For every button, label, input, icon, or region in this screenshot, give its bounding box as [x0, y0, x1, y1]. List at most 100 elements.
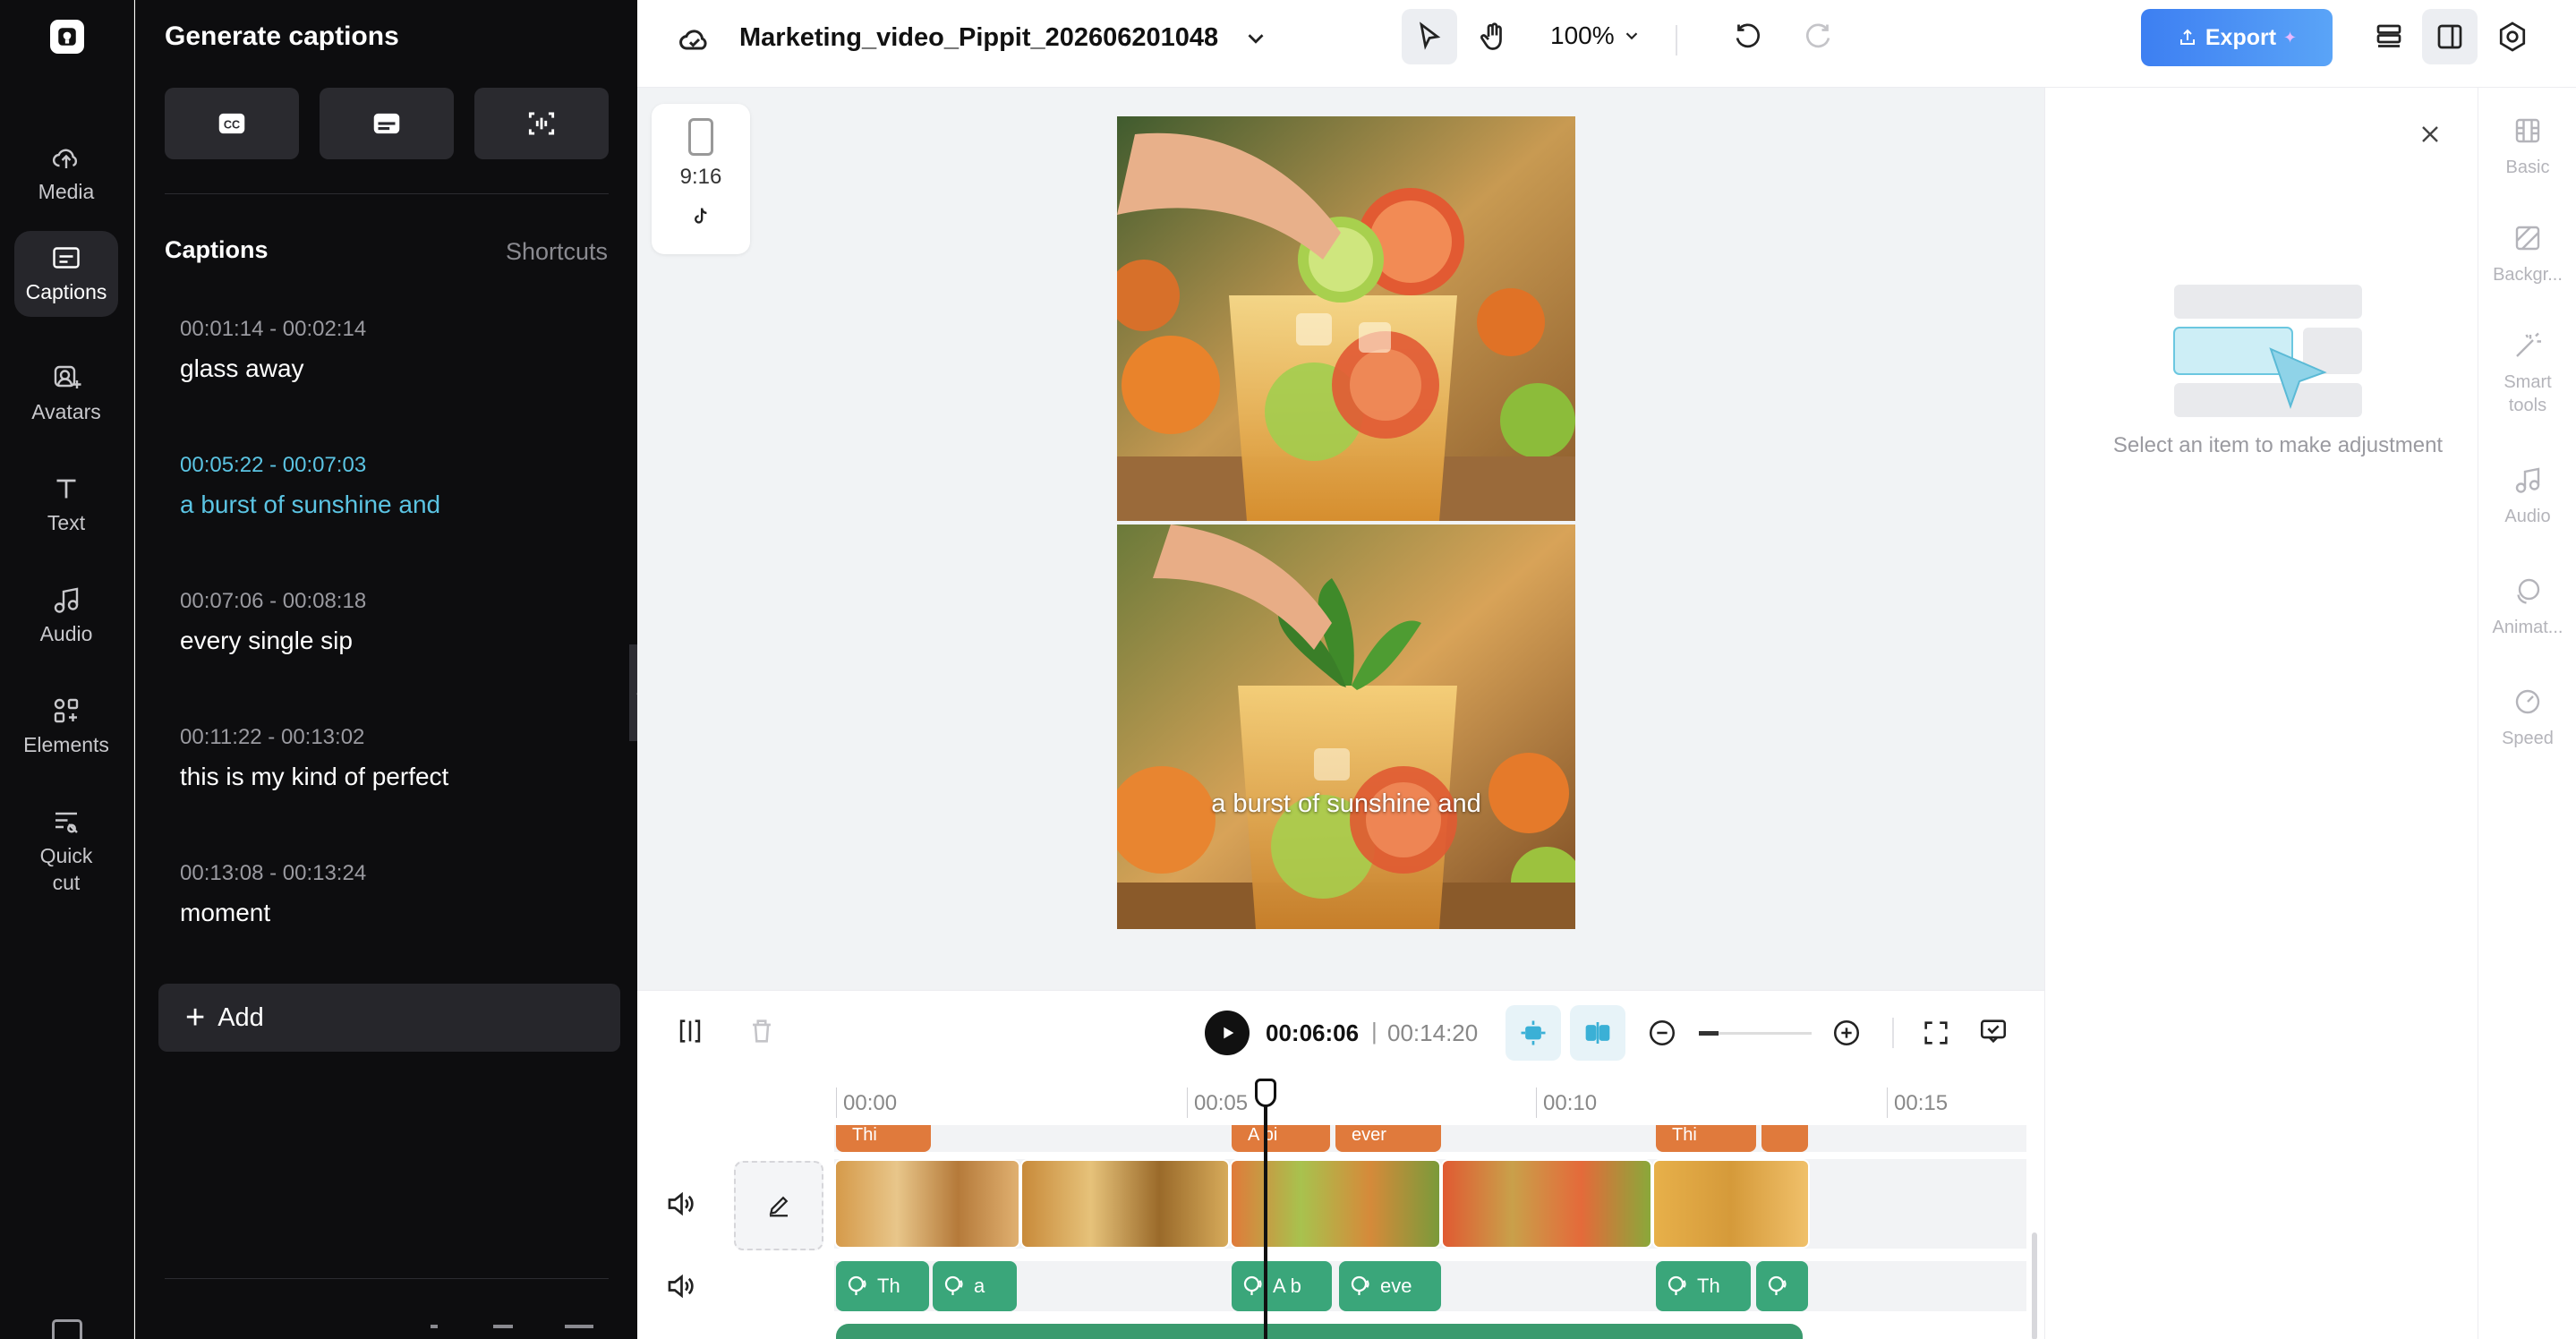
prop-basic[interactable]: Basic: [2478, 115, 2576, 179]
caption-item[interactable]: 00:11:22 - 00:13:02 this is my kind of p…: [180, 725, 601, 791]
export-label: Export: [2205, 24, 2277, 50]
voiceover-clip[interactable]: Th: [1656, 1261, 1751, 1311]
audio-caption-icon: [528, 112, 555, 135]
footer-menu-icon[interactable]: [565, 1325, 593, 1328]
playhead[interactable]: [1264, 1079, 1267, 1339]
project-title[interactable]: Marketing_video_Pippit_202606201048: [739, 23, 1218, 53]
layers-button[interactable]: [2361, 9, 2417, 64]
prop-audio[interactable]: Audio: [2478, 464, 2576, 528]
prop-smart-tools[interactable]: Smart tools: [2478, 329, 2576, 417]
video-clip[interactable]: [1230, 1159, 1441, 1249]
generate-subtitle-button[interactable]: [320, 88, 454, 159]
voiceover-clip-label: A b: [1273, 1275, 1301, 1297]
settings-button[interactable]: [2485, 9, 2540, 64]
hand-tool-button[interactable]: [1466, 9, 1522, 64]
cc-icon: CC: [218, 113, 245, 134]
video-clip[interactable]: [1441, 1159, 1652, 1249]
select-tool-button[interactable]: [1402, 9, 1457, 64]
generate-cc-button[interactable]: CC: [165, 88, 299, 159]
caption-item[interactable]: 00:13:08 - 00:13:24 moment: [180, 861, 601, 927]
track-volume-icon[interactable]: [664, 1188, 696, 1220]
background-music-clip[interactable]: [836, 1324, 1803, 1339]
footer-icon[interactable]: [431, 1325, 438, 1328]
video-preview[interactable]: a burst of sunshine and: [1117, 116, 1575, 929]
voiceover-clip[interactable]: A b: [1232, 1261, 1332, 1311]
avatar-icon: [54, 365, 81, 388]
caption-clip[interactable]: [1761, 1125, 1808, 1152]
fullscreen-button[interactable]: [1921, 1018, 1951, 1048]
playhead-handle[interactable]: [1255, 1079, 1276, 1107]
caption-text[interactable]: glass away: [180, 354, 601, 383]
cover-edit-button[interactable]: [734, 1161, 823, 1250]
voiceover-clip[interactable]: eve: [1339, 1261, 1441, 1311]
current-time: 00:06:06: [1266, 1019, 1360, 1046]
add-caption-button[interactable]: + Add: [158, 984, 620, 1052]
add-caption-label: Add: [218, 1002, 264, 1032]
nav-label-avatars: Avatars: [31, 400, 101, 423]
speed-icon: [2515, 689, 2540, 714]
delete-button[interactable]: [746, 1016, 777, 1046]
zoom-dropdown[interactable]: 100%: [1550, 21, 1642, 50]
voiceover-clip[interactable]: Th: [836, 1261, 929, 1311]
play-button[interactable]: [1205, 1011, 1250, 1055]
timeline-zoom-slider[interactable]: [1699, 1031, 1812, 1036]
keyboard-icon[interactable]: [52, 1319, 82, 1339]
nav-item-avatars[interactable]: Avatars: [14, 351, 118, 437]
text-icon: [56, 479, 76, 499]
app-logo[interactable]: [50, 20, 84, 54]
aspect-ratio-card[interactable]: 9:16: [652, 104, 750, 254]
caption-clip[interactable]: Thi: [1656, 1125, 1756, 1152]
caption-time: 00:05:22 - 00:07:03: [180, 453, 367, 477]
caption-item-active[interactable]: 00:05:22 - 00:07:03 a burst of sunshine …: [180, 453, 601, 519]
caption-clip[interactable]: A bi: [1232, 1125, 1330, 1152]
prop-animation[interactable]: Animat...: [2478, 575, 2576, 639]
caption-text[interactable]: this is my kind of perfect: [180, 763, 601, 791]
tiktok-icon[interactable]: [688, 204, 713, 229]
video-subtitle[interactable]: a burst of sunshine and: [1117, 789, 1575, 819]
video-clip[interactable]: [834, 1159, 1020, 1249]
link-clips-button[interactable]: [1570, 1005, 1625, 1061]
prop-background[interactable]: Backgr...: [2478, 222, 2576, 286]
timeline-scrollbar[interactable]: [2032, 1232, 2037, 1339]
nav-item-text[interactable]: Text: [14, 462, 118, 548]
ruler-label: 00:05: [1194, 1091, 1249, 1115]
chevron-down-icon[interactable]: [1242, 25, 1269, 52]
voiceover-clip[interactable]: a: [933, 1261, 1017, 1311]
zoom-in-button[interactable]: [1831, 1018, 1862, 1048]
track-volume-icon[interactable]: [664, 1270, 696, 1302]
video-clip[interactable]: [1020, 1159, 1230, 1249]
redo-icon: [1805, 23, 1830, 48]
auto-snap-button[interactable]: [1506, 1005, 1561, 1061]
nav-item-captions[interactable]: Captions: [14, 231, 118, 317]
generate-audio-caption-button[interactable]: [474, 88, 609, 159]
prop-speed[interactable]: Speed: [2478, 686, 2576, 750]
caption-text[interactable]: a burst of sunshine and: [180, 490, 601, 519]
export-button[interactable]: Export ✦: [2141, 9, 2333, 66]
nav-item-audio[interactable]: Audio: [14, 573, 118, 659]
chevron-down-icon: [1625, 32, 1637, 40]
close-icon[interactable]: [2416, 120, 2444, 149]
nav-item-media[interactable]: Media: [14, 131, 118, 217]
caption-text[interactable]: moment: [180, 899, 601, 927]
select-item-illustration: [2173, 285, 2362, 417]
caption-clip[interactable]: Thi: [836, 1125, 931, 1152]
nav-item-elements[interactable]: Elements: [14, 684, 118, 770]
feedback-button[interactable]: [1978, 1016, 2009, 1046]
zoom-out-button[interactable]: [1647, 1018, 1677, 1048]
video-clip[interactable]: [1652, 1159, 1810, 1249]
split-button[interactable]: [675, 1016, 705, 1046]
undo-button[interactable]: [1720, 9, 1776, 64]
caption-text[interactable]: every single sip: [180, 627, 601, 655]
undo-icon: [1736, 23, 1761, 48]
caption-item[interactable]: 00:07:06 - 00:08:18 every single sip: [180, 589, 601, 655]
plus-icon: +: [185, 999, 206, 1036]
nav-item-quick-cut[interactable]: Quick cut: [14, 795, 118, 908]
cloud-save-icon[interactable]: [675, 21, 714, 57]
shortcuts-link[interactable]: Shortcuts: [506, 238, 608, 266]
footer-icon[interactable]: [493, 1325, 513, 1328]
caption-clip[interactable]: ever: [1335, 1125, 1441, 1152]
voiceover-clip[interactable]: [1756, 1261, 1808, 1311]
caption-item[interactable]: 00:01:14 - 00:02:14 glass away: [180, 317, 601, 383]
redo-button[interactable]: [1790, 9, 1846, 64]
toggle-panel-button[interactable]: [2422, 9, 2478, 64]
